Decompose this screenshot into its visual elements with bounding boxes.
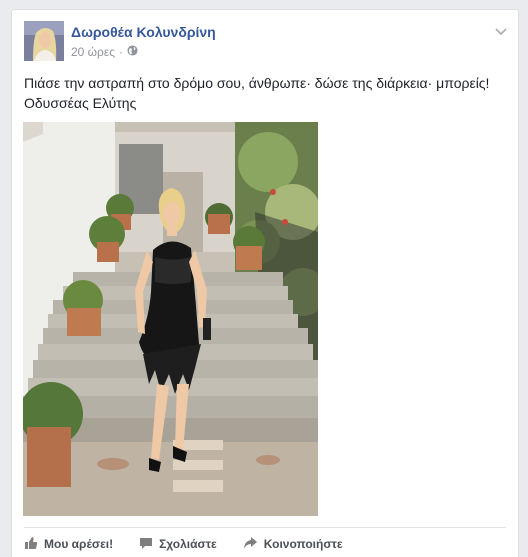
share-arrow-icon — [243, 536, 258, 553]
timestamp[interactable]: 20 ώρες — [71, 45, 115, 59]
post-card: Δωροθέα Κολυνδρίνη 20 ώρες · Πιάσε την α… — [11, 9, 519, 557]
meta-separator: · — [119, 45, 124, 59]
comment-label: Σχολιάστε — [159, 537, 217, 551]
action-bar: Μου αρέσει! Σχολιάστε Κοινοποιήστε — [24, 534, 369, 554]
post-quote-author: Οδυσσέας Ελύτης — [24, 95, 137, 111]
share-button[interactable]: Κοινοποιήστε — [243, 536, 343, 553]
post-meta: 20 ώρες · — [71, 45, 138, 59]
speech-bubble-icon — [139, 536, 153, 553]
author-name[interactable]: Δωροθέα Κολυνδρίνη — [71, 24, 216, 40]
post-text: Πιάσε την αστραπή στο δρόμο σου, άνθρωπε… — [24, 73, 512, 113]
actions-divider — [24, 527, 506, 528]
chevron-down-icon[interactable] — [494, 24, 508, 36]
post-text-line: Πιάσε την αστραπή στο δρόμο σου, άνθρωπε… — [24, 75, 490, 91]
like-button[interactable]: Μου αρέσει! — [24, 536, 113, 553]
post-photo[interactable] — [19, 122, 327, 516]
like-label: Μου αρέσει! — [44, 537, 114, 551]
share-label: Κοινοποιήστε — [263, 537, 343, 551]
comment-button[interactable]: Σχολιάστε — [139, 536, 217, 553]
thumbs-up-icon — [24, 536, 38, 553]
avatar[interactable] — [24, 21, 64, 61]
globe-icon[interactable] — [127, 45, 138, 59]
